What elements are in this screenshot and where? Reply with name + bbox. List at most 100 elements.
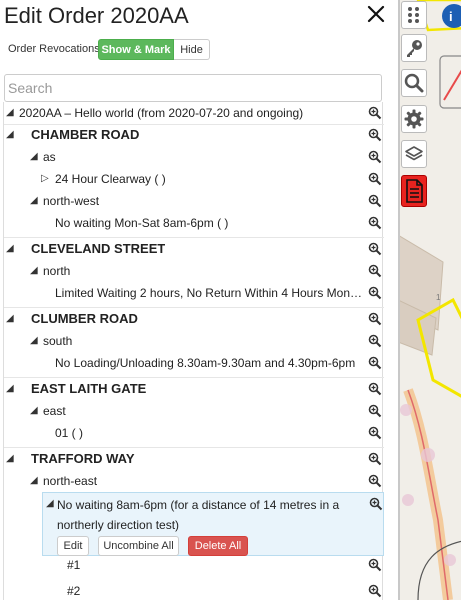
restriction-row[interactable]: ▷ 24 Hour Clearway ( ) [4, 168, 384, 190]
zoom-icon[interactable] [368, 194, 382, 208]
road-name: CLEVELAND STREET [31, 241, 166, 256]
zoom-icon[interactable] [368, 216, 382, 230]
svg-text:i: i [449, 9, 453, 24]
zoom-icon[interactable] [368, 286, 382, 300]
zoom-icon[interactable] [368, 404, 382, 418]
direction-row[interactable]: ◢ north [4, 260, 384, 282]
road-row-trafford-way[interactable]: ◢ TRAFFORD WAY [4, 448, 384, 470]
collapse-toggle-icon[interactable]: ◢ [30, 470, 38, 492]
road-row-clumber-road[interactable]: ◢ CLUMBER ROAD [4, 308, 384, 330]
zoom-icon[interactable] [368, 264, 382, 278]
direction-name: north-west [43, 194, 100, 208]
tree-root-row[interactable]: ◢ 2020AA – Hello world (from 2020-07-20 … [4, 102, 384, 124]
tree-root-label: 2020AA – Hello world (from 2020-07-20 an… [19, 106, 304, 120]
hide-button[interactable]: Hide [174, 39, 210, 60]
sub-item-row[interactable]: #1 [4, 554, 384, 576]
direction-row[interactable]: ◢ south [4, 330, 384, 352]
zoom-icon[interactable] [368, 312, 382, 326]
zoom-icon[interactable] [368, 452, 382, 466]
collapse-toggle-icon[interactable]: ◢ [30, 146, 38, 168]
road-name: CLUMBER ROAD [31, 311, 138, 326]
collapse-toggle-icon[interactable]: ◢ [30, 260, 38, 282]
edit-order-panel: Edit Order 2020AA Order Revocations: Sho… [0, 0, 398, 600]
road-row-east-laith-gate[interactable]: ◢ EAST LAITH GATE [4, 378, 384, 400]
layers-icon [405, 146, 423, 161]
svg-text:1: 1 [436, 293, 441, 302]
direction-row[interactable]: ◢ north-east [4, 470, 384, 492]
zoom-icon[interactable] [368, 128, 382, 142]
direction-name: as [43, 150, 56, 164]
restriction-row[interactable]: No waiting Mon-Sat 8am-6pm ( ) [4, 212, 384, 234]
map-toolbar [398, 0, 428, 210]
zoom-icon[interactable] [368, 584, 382, 598]
uncombine-all-button[interactable]: Uncombine All [98, 536, 179, 556]
restriction-label: 24 Hour Clearway ( ) [55, 172, 166, 186]
direction-row[interactable]: ◢ north-west [4, 190, 384, 212]
zoom-icon[interactable] [368, 558, 382, 572]
order-tree: ◢ 2020AA – Hello world (from 2020-07-20 … [3, 102, 384, 600]
collapse-toggle-icon[interactable]: ◢ [6, 124, 14, 146]
road-name: EAST LAITH GATE [31, 381, 147, 396]
road-name: TRAFFORD WAY [31, 451, 135, 466]
close-icon [367, 5, 385, 23]
collapse-toggle-icon[interactable]: ◢ [6, 448, 14, 470]
collapse-toggle-icon[interactable]: ◢ [6, 238, 14, 260]
layers-button[interactable] [401, 140, 427, 168]
restriction-label: 01 ( ) [55, 426, 84, 440]
direction-name: north-east [43, 474, 98, 488]
order-document-button[interactable] [401, 175, 427, 207]
sub-item-label: #2 [67, 584, 81, 598]
show-and-mark-button[interactable]: Show & Mark [98, 39, 174, 60]
grid-icon [408, 7, 419, 23]
collapse-toggle-icon[interactable]: ◢ [30, 190, 38, 212]
search-input[interactable] [4, 74, 382, 102]
collapse-toggle-icon[interactable]: ◢ [30, 400, 38, 422]
collapse-toggle-icon[interactable]: ◢ [6, 378, 14, 400]
road-row-cleveland-street[interactable]: ◢ CLEVELAND STREET [4, 238, 384, 260]
restriction-row[interactable]: 01 ( ) [4, 422, 384, 444]
selected-restriction[interactable]: ◢ No waiting 8am-6pm (for a distance of … [42, 492, 384, 556]
search-icon [404, 73, 424, 93]
restriction-label: Limited Waiting 2 hours, No Return Withi… [55, 286, 363, 300]
zoom-icon[interactable] [368, 150, 382, 164]
selected-restriction-label: No waiting 8am-6pm (for a distance of 14… [57, 498, 340, 532]
edit-button[interactable]: Edit [57, 536, 89, 556]
restriction-row[interactable]: No Loading/Unloading 8.30am-9.30am and 4… [4, 352, 384, 374]
collapse-toggle-icon[interactable]: ◢ [6, 308, 14, 330]
search-button[interactable] [401, 69, 427, 97]
zoom-icon[interactable] [368, 426, 382, 440]
direction-row[interactable]: ◢ east [4, 400, 384, 422]
drag-handle-button[interactable] [401, 1, 427, 29]
sub-item-label: #1 [67, 558, 81, 572]
key-button[interactable] [401, 34, 427, 62]
direction-row[interactable]: ◢ as [4, 146, 384, 168]
sub-item-row[interactable]: #2 [4, 580, 384, 600]
close-button[interactable] [364, 2, 388, 26]
gear-icon [404, 109, 424, 129]
direction-name: south [43, 334, 73, 348]
zoom-icon[interactable] [368, 474, 382, 488]
zoom-icon[interactable] [369, 497, 383, 511]
panel-title: Edit Order 2020AA [4, 3, 189, 28]
collapse-toggle-icon[interactable]: ◢ [46, 498, 54, 509]
settings-button[interactable] [401, 105, 427, 133]
zoom-icon[interactable] [368, 106, 382, 120]
direction-name: east [43, 404, 66, 418]
zoom-icon[interactable] [368, 382, 382, 396]
zoom-icon[interactable] [368, 356, 382, 370]
road-row-chamber-road[interactable]: ◢ CHAMBER ROAD [4, 124, 384, 146]
restriction-label: No Loading/Unloading 8.30am-9.30am and 4… [55, 356, 356, 370]
expand-toggle-icon[interactable]: ▷ [41, 168, 49, 190]
restriction-row[interactable]: Limited Waiting 2 hours, No Return Withi… [4, 282, 384, 304]
order-revocations-label: Order Revocations: [8, 43, 103, 55]
collapse-toggle-icon[interactable]: ◢ [30, 330, 38, 352]
delete-all-button[interactable]: Delete All [188, 536, 248, 556]
zoom-icon[interactable] [368, 334, 382, 348]
document-icon [406, 179, 423, 203]
zoom-icon[interactable] [368, 172, 382, 186]
restriction-label: No waiting Mon-Sat 8am-6pm ( ) [55, 216, 229, 230]
key-icon [407, 40, 422, 57]
direction-name: north [43, 264, 71, 278]
collapse-toggle-icon[interactable]: ◢ [6, 102, 14, 124]
zoom-icon[interactable] [368, 242, 382, 256]
